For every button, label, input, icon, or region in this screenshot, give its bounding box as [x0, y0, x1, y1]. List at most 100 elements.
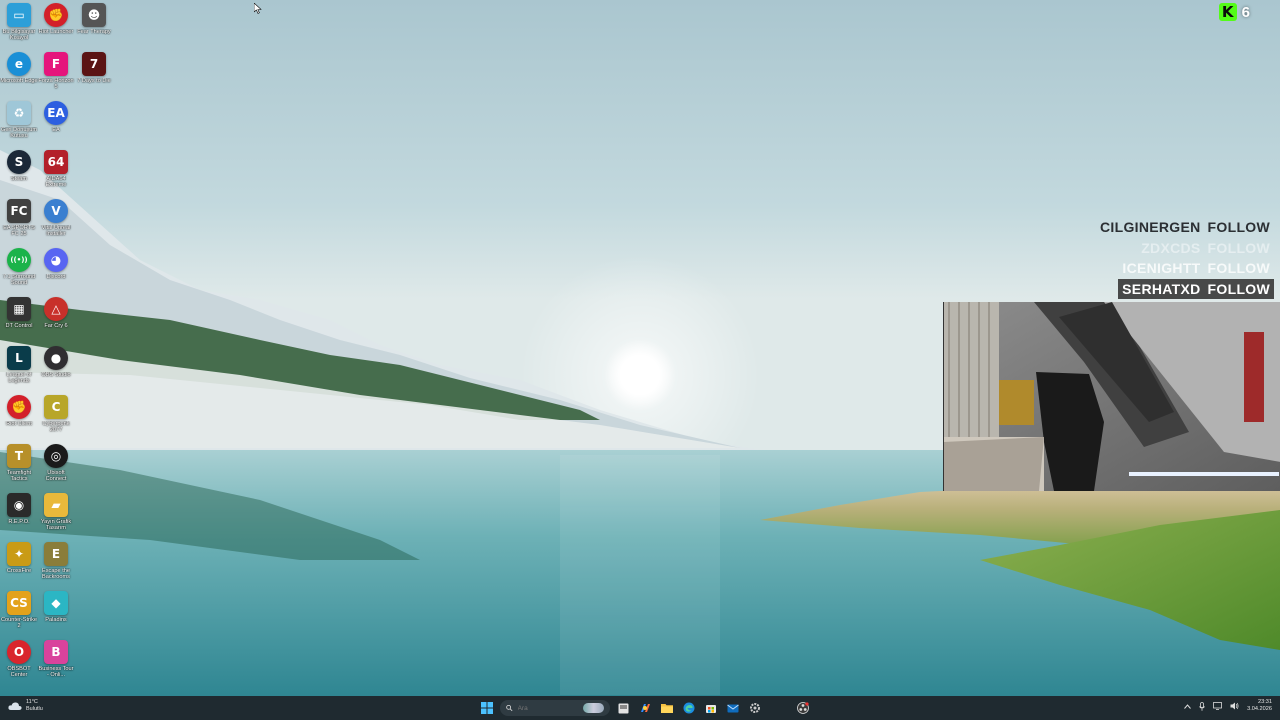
desktop-shortcut[interactable]: CS Counter-Strike 2 — [0, 591, 38, 630]
desktop-shortcut[interactable]: E Escape the Backrooms — [37, 542, 75, 581]
desktop-shortcut-label: League of Legends — [6, 372, 32, 385]
weather-widget[interactable]: 11°C Bulutlu — [8, 699, 43, 712]
desktop-shortcut[interactable]: △ Far Cry 6 — [37, 297, 75, 329]
follow-row: SERHATXD FOLLOW — [1118, 278, 1274, 299]
desktop-shortcut-label: DT Control — [5, 323, 33, 329]
file-explorer-button[interactable] — [658, 699, 676, 717]
taskbar-search[interactable] — [500, 700, 610, 716]
desktop-shortcut[interactable]: ▦ DT Control — [0, 297, 38, 329]
windows-icon — [481, 702, 493, 714]
desktop-shortcut-label: CrossFire — [6, 568, 32, 574]
desktop-shortcut[interactable]: ✊ Riot Launcher — [37, 3, 75, 35]
start-button[interactable] — [478, 699, 496, 717]
store-button[interactable] — [702, 699, 720, 717]
desktop-shortcut[interactable]: 7 7 Days to Die — [75, 52, 113, 84]
desktop-shortcut[interactable]: V Vital Unreal Installer — [37, 199, 75, 238]
desktop-shortcut[interactable]: S Steam — [0, 150, 38, 182]
follow-label: FOLLOW — [1207, 219, 1270, 235]
ea-fc-icon: FC — [7, 199, 31, 223]
obs-taskbar-button[interactable] — [794, 699, 812, 717]
desktop-shortcut[interactable]: ✊ Riot Client — [0, 395, 38, 427]
desktop-shortcut[interactable]: ✦ CrossFire — [0, 542, 38, 574]
desktop-shortcut-label: Microsoft Edge — [0, 78, 38, 84]
desktop-shortcut[interactable]: ◎ Ubisoft Connect — [37, 444, 75, 483]
dt-control-icon: ▦ — [7, 297, 31, 321]
edge-icon — [683, 702, 695, 714]
desktop-shortcut[interactable]: ◕ Discord — [37, 248, 75, 280]
desktop-shortcut-label: Ubisoft Connect — [45, 470, 67, 483]
settings-button[interactable] — [746, 699, 764, 717]
folder-icon — [661, 704, 673, 713]
riot-launcher-icon: ✊ — [44, 3, 68, 27]
desktop-icon-grid: ▭ Bu Bilgisayar Kısayol ✊ Riot Launcher ☻ Fea… — [0, 0, 120, 696]
desktop-shortcut[interactable]: O OBSBOT Center — [0, 640, 38, 679]
surround-sound-icon: ((•)) — [7, 248, 31, 272]
desktop-shortcut[interactable]: ● OBS Studio — [37, 346, 75, 378]
cloud-icon — [8, 701, 22, 710]
search-highlight-icon — [582, 703, 604, 713]
mail-button[interactable] — [724, 699, 742, 717]
desktop-shortcut[interactable]: FC EA SPORTS FC 25 — [0, 199, 38, 238]
desktop-shortcut[interactable]: ▰ Yayın Grafik Tasarım — [37, 493, 75, 532]
business-tour-icon: B — [44, 640, 68, 664]
follower-name: CILGINERGEN — [1100, 219, 1201, 235]
follow-row: ICENIGHTT FOLLOW — [1084, 258, 1274, 279]
copilot-button[interactable] — [636, 699, 654, 717]
follow-alert-feed: CILGINERGEN FOLLOW ZDXCDS FOLLOW ICENIGHTT… — [1084, 217, 1274, 299]
desktop-shortcut-label: Yayın Grafik Tasarım — [40, 519, 72, 532]
fear-therapy-icon: ☻ — [82, 3, 106, 27]
desktop-shortcut[interactable]: 64 AIDA64 Extreme — [37, 150, 75, 189]
desktop-shortcut[interactable]: e Microsoft Edge — [0, 52, 38, 84]
taskbar-clock[interactable]: 23:31 3.04.2026 — [1247, 699, 1272, 713]
desktop-shortcut-label: Discord — [46, 274, 66, 280]
discord-icon: ◕ — [44, 248, 68, 272]
chevron-up-icon[interactable] — [1184, 703, 1191, 709]
desktop-shortcut[interactable]: T Teamfight Tactics — [0, 444, 38, 483]
follower-name: ICENIGHTT — [1122, 260, 1201, 276]
desktop-shortcut[interactable]: L League of Legends — [0, 346, 38, 385]
paladins-icon: ◆ — [44, 591, 68, 615]
search-input[interactable] — [517, 704, 578, 712]
edge-button[interactable] — [680, 699, 698, 717]
task-view-button[interactable] — [614, 699, 632, 717]
desktop-shortcut[interactable]: F Forza Horizon 5 — [37, 52, 75, 91]
obs-icon — [797, 702, 809, 714]
desktop-shortcut[interactable]: ((•)) 7.1 Surround Sound — [0, 248, 38, 287]
desktop-shortcut[interactable]: C Cyberpunk 2077 — [37, 395, 75, 434]
desktop-shortcut[interactable]: ◉ R.E.P.O. — [0, 493, 38, 525]
microphone-icon[interactable] — [1199, 701, 1205, 711]
desktop-shortcut-label: OBS Studio — [41, 372, 71, 378]
taskbar: 11°C Bulutlu Ara 23:31 3.04.2026 — [0, 696, 1280, 720]
desktop-shortcut[interactable]: EA EA — [37, 101, 75, 133]
desktop-shortcut-label: EA — [52, 127, 60, 133]
edge-icon: e — [7, 52, 31, 76]
desktop-shortcut-label: Teamfight Tactics — [6, 470, 32, 483]
crossfire-icon: ✦ — [7, 542, 31, 566]
weather-desc: Bulutlu — [26, 705, 43, 712]
far-cry-icon: △ — [44, 297, 68, 321]
steam-icon: S — [7, 150, 31, 174]
desktop-shortcut[interactable]: ▭ Bu Bilgisayar Kısayol — [0, 3, 38, 42]
volume-icon[interactable] — [1230, 702, 1239, 710]
kick-logo-icon: K — [1218, 3, 1237, 21]
desktop-shortcut[interactable]: ♻ Geri Dönüşüm Kutusu — [0, 101, 38, 140]
desktop-shortcut-label: Steam — [10, 176, 28, 182]
league-icon: L — [7, 346, 31, 370]
desktop-shortcut-label: Business Tour - Onli... — [38, 666, 74, 679]
follow-row: ZDXCDS FOLLOW — [1084, 238, 1274, 259]
follower-name: ZDXCDS — [1141, 239, 1201, 256]
desktop-shortcut[interactable]: B Business Tour - Onli... — [37, 640, 75, 679]
mail-icon — [727, 704, 739, 713]
gear-icon — [750, 703, 760, 713]
follow-label: FOLLOW — [1207, 239, 1270, 256]
network-icon[interactable] — [1213, 702, 1223, 710]
ubisoft-icon: ◎ — [44, 444, 68, 468]
desktop-shortcut-label: EA SPORTS FC 25 — [3, 225, 35, 238]
search-icon — [506, 704, 513, 712]
obs-icon: ● — [44, 346, 68, 370]
vital-icon: V — [44, 199, 68, 223]
backrooms-icon: E — [44, 542, 68, 566]
desktop-shortcut[interactable]: ☻ Fear Therapy — [75, 3, 113, 35]
follow-label: FOLLOW — [1207, 260, 1270, 276]
desktop-shortcut[interactable]: ◆ Paladins — [37, 591, 75, 623]
